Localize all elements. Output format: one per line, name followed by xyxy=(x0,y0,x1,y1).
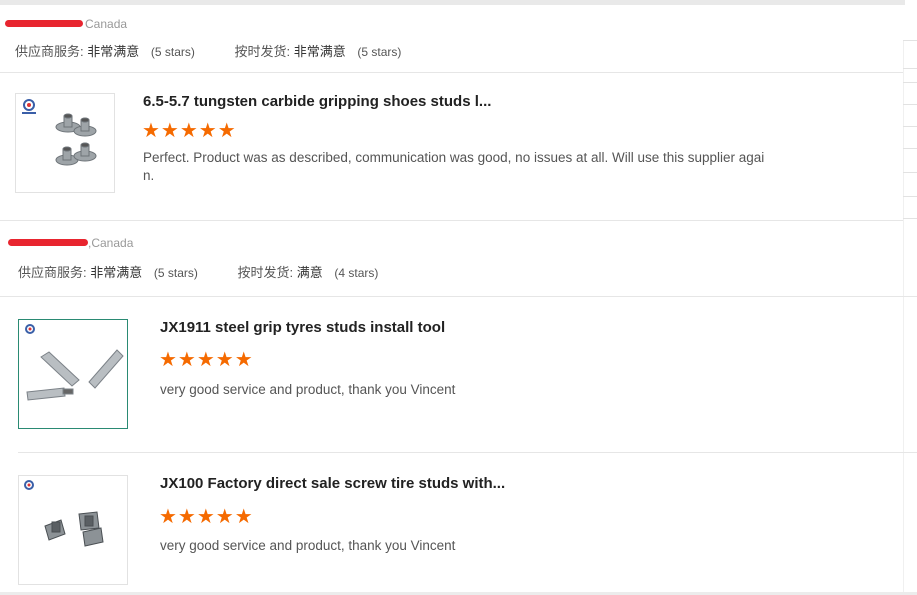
product-title-link[interactable]: JX1911 steel grip tyres studs install to… xyxy=(160,319,445,336)
section-divider xyxy=(0,296,917,297)
redacted-buyer-name xyxy=(8,239,88,246)
buyer-country: ,Canada xyxy=(88,236,134,250)
right-rail-divider xyxy=(903,148,917,149)
rating-value: 非常满意 xyxy=(87,44,140,59)
review-comment: very good service and product, thank you… xyxy=(160,382,456,397)
product-thumbnail[interactable] xyxy=(18,475,128,585)
rating-stars: (4 stars) xyxy=(334,266,379,280)
right-rail-divider xyxy=(903,126,917,127)
product-title-link[interactable]: 6.5-5.7 tungsten carbide gripping shoes … xyxy=(143,93,491,110)
review-comment: Perfect. Product was as described, commu… xyxy=(143,149,803,185)
review-comment-line: Perfect. Product was as described, commu… xyxy=(143,150,765,165)
rating-value: 非常满意 xyxy=(90,265,143,280)
product-photo-tool xyxy=(25,324,124,401)
product-rating-stars: ★★★★★ xyxy=(142,120,237,142)
product-rating-stars: ★★★★★ xyxy=(159,506,254,528)
right-rail-border xyxy=(903,40,904,595)
product-rating-stars: ★★★★★ xyxy=(159,349,254,371)
rating-stars: (5 stars) xyxy=(357,45,402,59)
buyer-country: Canada xyxy=(85,17,128,31)
supplier-ratings: 供应商服务: 非常满意 (5 stars) 按时发货: 满意 (4 stars) xyxy=(18,262,378,281)
rating-value: 非常满意 xyxy=(293,44,346,59)
product-thumbnail[interactable] xyxy=(15,93,115,193)
review-comment: very good service and product, thank you… xyxy=(160,538,456,553)
rating-label: 按时发货: xyxy=(237,265,294,280)
rating-label: 供应商服务: xyxy=(15,44,84,59)
section-divider xyxy=(18,452,917,453)
product-thumbnail[interactable] xyxy=(18,319,128,429)
right-rail-divider xyxy=(903,218,917,219)
rating-label: 供应商服务: xyxy=(18,265,87,280)
rating-label: 按时发货: xyxy=(234,44,291,59)
right-rail-divider xyxy=(903,40,917,41)
section-divider xyxy=(0,220,903,221)
rating-value: 满意 xyxy=(296,265,323,280)
product-photo-studs xyxy=(22,99,97,166)
right-rail-divider xyxy=(903,104,917,105)
rating-stars: (5 stars) xyxy=(150,45,195,59)
brand-logo-icon xyxy=(24,480,34,490)
redacted-buyer-name xyxy=(5,20,83,27)
brand-logo-icon xyxy=(22,99,36,114)
right-rail-divider xyxy=(903,196,917,197)
right-rail-divider xyxy=(903,82,917,83)
rating-stars: (5 stars) xyxy=(153,266,198,280)
section-divider xyxy=(0,72,903,73)
top-scroll-edge xyxy=(0,0,905,5)
product-photo-screw-studs xyxy=(24,480,104,547)
right-rail-divider xyxy=(903,172,917,173)
product-title-link[interactable]: JX100 Factory direct sale screw tire stu… xyxy=(160,475,505,492)
supplier-ratings: 供应商服务: 非常满意 (5 stars) 按时发货: 非常满意 (5 star… xyxy=(15,41,401,60)
brand-logo-icon xyxy=(25,324,35,334)
right-rail-divider xyxy=(903,68,917,69)
review-comment-line: n. xyxy=(143,168,155,183)
